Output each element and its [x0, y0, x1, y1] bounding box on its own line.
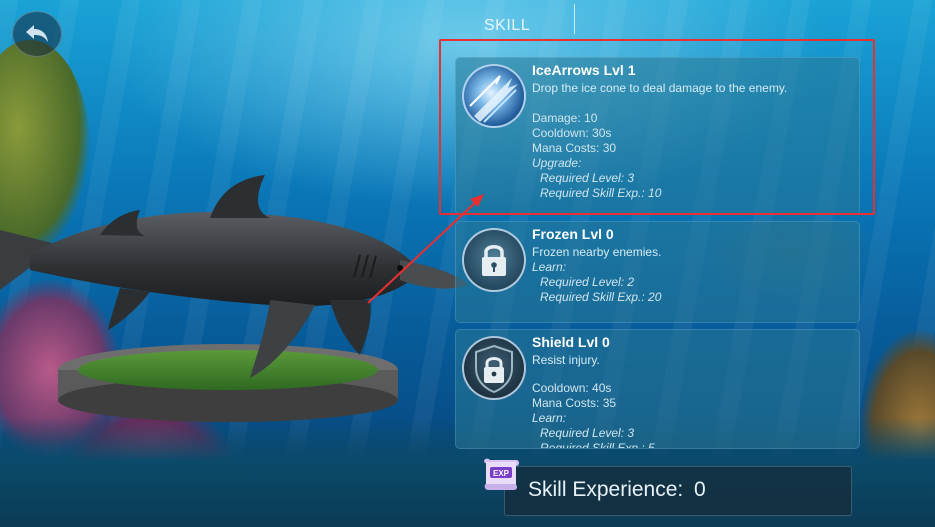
- exp-scroll-icon: EXP: [484, 458, 519, 490]
- skill-description: Resist injury.: [532, 353, 600, 367]
- stat-cooldown: Cooldown: 40s: [532, 381, 612, 395]
- skill-title: Shield Lvl 0: [532, 334, 610, 350]
- lock-icon: [482, 245, 506, 276]
- stat-required-level: Required Level: 2: [540, 275, 635, 289]
- skill-tab-title: SKILL: [484, 17, 531, 34]
- stat-required-exp: Required Skill Exp.: 20: [540, 290, 662, 304]
- exp-badge-text: EXP: [493, 469, 510, 478]
- lock-icon: [475, 344, 513, 394]
- stat-section: Learn:: [532, 260, 567, 274]
- shark-model: [0, 175, 468, 422]
- stat-section: Learn:: [532, 411, 567, 425]
- skill-experience-value: 0: [694, 478, 706, 501]
- stat-required-level: Required Level: 3: [540, 426, 635, 440]
- back-arrow-icon: [26, 25, 48, 42]
- skill-card-shield[interactable]: Shield Lvl 0 Resist injury. Cooldown: 40…: [455, 329, 860, 449]
- back-button[interactable]: [12, 11, 62, 57]
- skill-card-frozen[interactable]: Frozen Lvl 0 Frozen nearby enemies. Lear…: [455, 221, 860, 323]
- skill-description: Frozen nearby enemies.: [532, 245, 662, 259]
- stat-mana: Mana Costs: 35: [532, 396, 617, 410]
- highlight-box: [439, 39, 875, 215]
- shield-skill-icon: [462, 336, 526, 400]
- skill-experience-label: Skill Experience:: [528, 478, 684, 501]
- skill-stats: Cooldown: 40s Mana Costs: 35 Learn: Requ…: [532, 381, 655, 449]
- header-divider: [574, 4, 575, 34]
- frozen-skill-icon: [462, 228, 526, 292]
- stat-required-exp: Required Skill Exp.: 5: [540, 441, 655, 449]
- skill-title: Frozen Lvl 0: [532, 226, 614, 242]
- skill-stats: Learn: Required Level: 2 Required Skill …: [532, 260, 661, 305]
